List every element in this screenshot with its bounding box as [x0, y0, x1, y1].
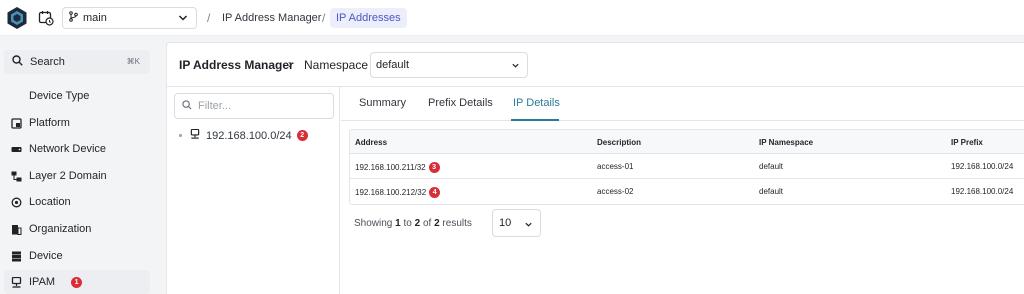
- sidebar-item-label: Device Type: [29, 90, 90, 102]
- git-branch-icon: [69, 11, 78, 25]
- sidebar-item-label: Location: [29, 196, 71, 208]
- tree-bullet: [179, 134, 182, 137]
- namespace-label: Namespace: [304, 58, 369, 72]
- panel-header: IP Address Manager › Namespace default: [167, 43, 1024, 87]
- device-icon: [10, 250, 22, 262]
- cell-description: access-02: [597, 187, 634, 196]
- ipam-icon: [190, 128, 200, 142]
- tab-ip-details[interactable]: IP Details: [513, 97, 560, 109]
- tab-prefix-details[interactable]: Prefix Details: [428, 97, 493, 109]
- breadcrumb-separator: /: [207, 11, 211, 25]
- network-device-icon: [10, 143, 22, 155]
- sidebar-item-label: IPAM: [29, 276, 56, 288]
- breadcrumb-ip-addresses[interactable]: IP Addresses: [330, 8, 407, 28]
- active-tab-indicator: [511, 119, 559, 121]
- sidebar-item-label: Layer 2 Domain: [29, 170, 107, 182]
- sidebar-item-device[interactable]: Device: [4, 244, 150, 268]
- cell-namespace: default: [759, 162, 784, 171]
- chevron-down-icon: [511, 61, 520, 73]
- address-text: 192.168.100.211/32: [355, 163, 426, 172]
- sidebar-item-label: Organization: [29, 223, 92, 235]
- branch-selector[interactable]: main: [62, 7, 197, 29]
- sidebar-search[interactable]: Search ⌘K: [4, 50, 150, 74]
- branch-name: main: [83, 12, 107, 24]
- cell-description: access-01: [597, 162, 634, 171]
- ip-table: Address Description IP Namespace IP Pref…: [349, 129, 1024, 205]
- column-header-description[interactable]: Description: [597, 138, 641, 147]
- tab-bar: Summary Prefix Details IP Details: [341, 87, 1024, 121]
- page-size-select[interactable]: 10: [492, 209, 541, 237]
- annotation-badge: 3: [428, 162, 440, 173]
- sidebar-item-label: Device: [29, 250, 63, 262]
- column-header-ip-namespace[interactable]: IP Namespace: [759, 138, 813, 147]
- sidebar-item-platform[interactable]: Platform: [4, 111, 150, 135]
- table-header-row: Address Description IP Namespace IP Pref…: [350, 130, 1024, 154]
- sidebar-item-ipam[interactable]: IPAM 1: [4, 270, 150, 294]
- chevron-right-icon: ›: [288, 57, 292, 71]
- main-panel: IP Address Manager › Namespace default 1…: [166, 42, 1024, 294]
- cell-address[interactable]: 192.168.100.212/32 4: [355, 187, 441, 198]
- top-bar: main / IP Address Manager / IP Addresses: [0, 0, 1024, 36]
- breadcrumb-ip-address-manager[interactable]: IP Address Manager: [222, 12, 321, 24]
- breadcrumb-separator: /: [322, 11, 326, 25]
- table-row[interactable]: 192.168.100.211/32 3 access-01 default 1…: [350, 154, 1024, 179]
- location-icon: [10, 196, 22, 208]
- prefix-tree-pane: 192.168.100.0/24 2: [167, 87, 340, 294]
- search-icon: [12, 55, 23, 69]
- namespace-value: default: [376, 59, 410, 71]
- pagination-summary: Showing 1 to 2 of 2 results: [354, 218, 472, 229]
- column-header-address[interactable]: Address: [355, 138, 387, 147]
- schedule-icon[interactable]: [36, 8, 56, 28]
- cell-prefix: 192.168.100.0/24: [951, 187, 1014, 196]
- annotation-badge: 1: [71, 276, 83, 288]
- cell-namespace: default: [759, 187, 784, 196]
- annotation-badge: 4: [429, 187, 441, 198]
- search-label: Search: [30, 56, 65, 68]
- chevron-down-icon: [178, 13, 188, 26]
- sidebar-item-label: Platform: [29, 117, 70, 129]
- column-header-ip-prefix[interactable]: IP Prefix: [951, 138, 983, 147]
- ipam-icon: [10, 276, 22, 288]
- chevron-down-icon: [524, 220, 533, 232]
- layer2-icon: [10, 170, 22, 182]
- annotation-badge: 2: [296, 130, 308, 141]
- app-logo-icon[interactable]: [6, 6, 28, 30]
- sidebar-item-network-device[interactable]: Network Device: [4, 137, 150, 161]
- sidebar-item-organization[interactable]: Organization: [4, 217, 150, 241]
- page-size-value: 10: [499, 217, 512, 229]
- search-icon: [182, 99, 192, 113]
- cell-address[interactable]: 192.168.100.211/32 3: [355, 162, 440, 173]
- tab-summary[interactable]: Summary: [359, 97, 406, 109]
- table-row[interactable]: 192.168.100.212/32 4 access-02 default 1…: [350, 179, 1024, 204]
- sidebar-item-label: Network Device: [29, 143, 107, 155]
- sidebar-item-device-type[interactable]: Device Type: [4, 84, 150, 108]
- platform-icon: [10, 117, 22, 129]
- filter-input[interactable]: [198, 100, 328, 112]
- filter-field[interactable]: [174, 93, 334, 119]
- details-pane: Summary Prefix Details IP Details Addres…: [341, 87, 1024, 294]
- tree-node-label: 192.168.100.0/24: [206, 129, 292, 142]
- organization-icon: [10, 223, 22, 235]
- sidebar-item-location[interactable]: Location: [4, 190, 150, 214]
- page-title: IP Address Manager: [179, 58, 294, 72]
- namespace-select[interactable]: default: [370, 52, 528, 78]
- tree-node-prefix[interactable]: 192.168.100.0/24 2: [179, 128, 308, 142]
- cell-prefix: 192.168.100.0/24: [951, 162, 1014, 171]
- sidebar-item-layer-2-domain[interactable]: Layer 2 Domain: [4, 164, 150, 188]
- address-text: 192.168.100.212/32: [355, 188, 427, 197]
- search-shortcut: ⌘K: [126, 57, 140, 66]
